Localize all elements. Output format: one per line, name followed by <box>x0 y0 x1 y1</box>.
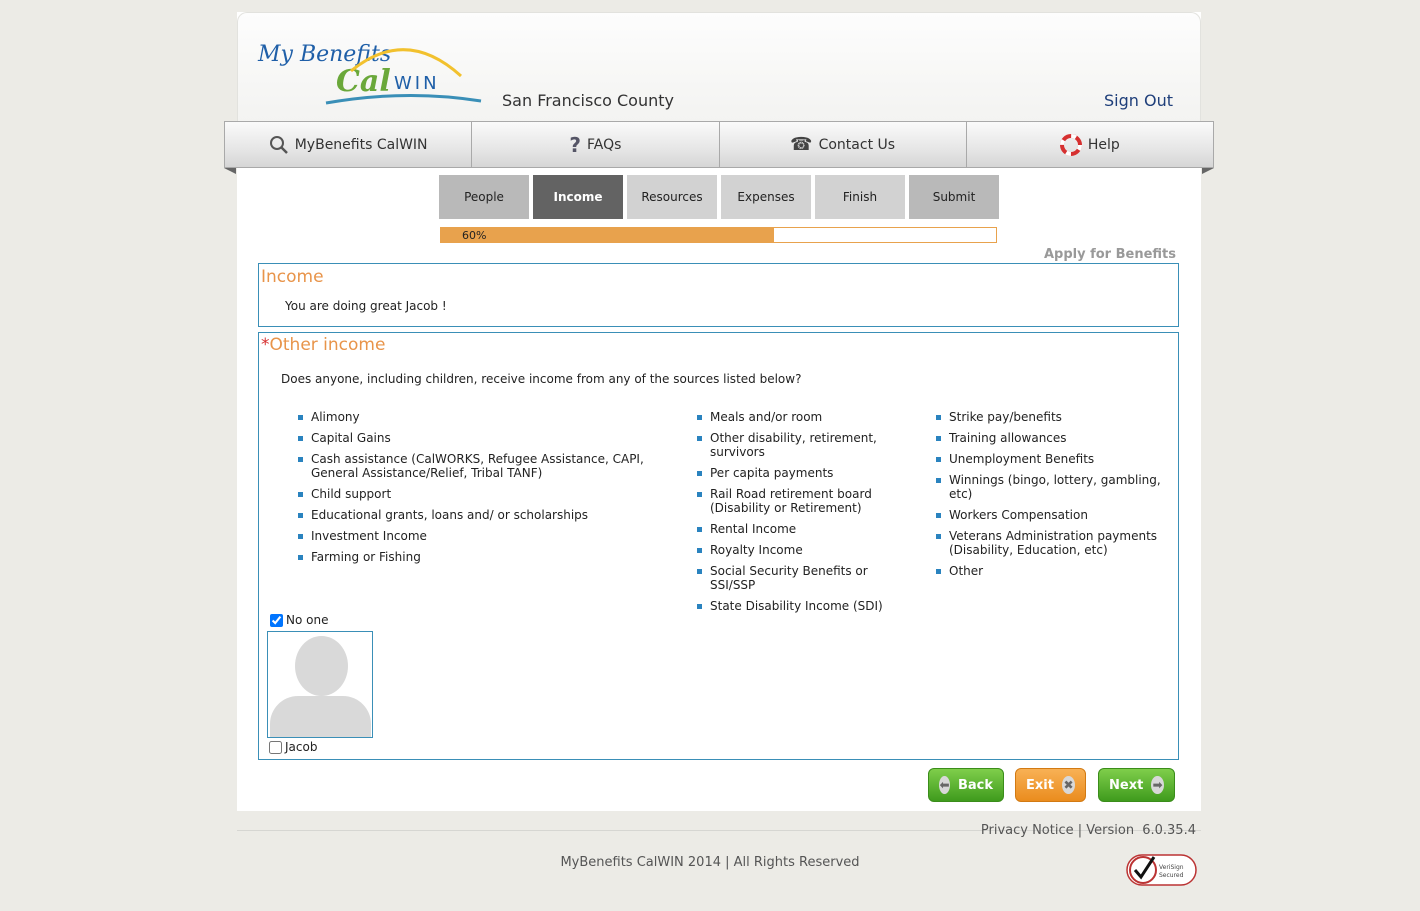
income-source-list-1: Alimony Capital Gains Cash assistance (Cal… <box>298 410 653 571</box>
greeting-text: You are doing great Jacob ! <box>285 299 447 313</box>
footer-links: Privacy Notice | Version 6.0.35.4 <box>981 823 1196 838</box>
phone-icon: ☎ <box>790 134 813 155</box>
nav-corner-left <box>224 168 236 174</box>
other-income-question: Does anyone, including children, receive… <box>281 372 802 386</box>
income-source-item: Workers Compensation <box>936 508 1176 522</box>
back-button[interactable]: ⬅ Back <box>928 768 1004 802</box>
avatar-shoulders <box>270 696 371 737</box>
copyright-text: MyBenefits CalWIN 2014 | All Rights Rese… <box>560 855 860 870</box>
income-source-item: Capital Gains <box>298 431 653 445</box>
income-source-item: Cash assistance (CalWORKS, Refugee Assis… <box>298 452 653 480</box>
version-number: 6.0.35.4 <box>1142 823 1196 838</box>
version-label: Version <box>1086 823 1135 838</box>
income-source-item: Investment Income <box>298 529 653 543</box>
income-source-item: Training allowances <box>936 431 1176 445</box>
required-mark: * <box>261 335 270 355</box>
next-button-label: Next <box>1109 777 1144 793</box>
county-name: San Francisco County <box>502 91 674 110</box>
income-source-item: Social Security Benefits or SSI/SSP <box>697 564 912 592</box>
person-checkbox-row[interactable]: Jacob <box>269 740 317 754</box>
privacy-notice-link[interactable]: Privacy Notice <box>981 823 1074 838</box>
nav-faqs-label: FAQs <box>586 136 622 153</box>
step-submit[interactable]: Submit <box>909 175 999 219</box>
avatar-head <box>295 636 348 696</box>
step-income[interactable]: Income <box>533 175 623 219</box>
income-section: Income You are doing great Jacob ! <box>258 263 1179 327</box>
income-source-item: Royalty Income <box>697 543 912 557</box>
question-icon: ? <box>569 132 581 157</box>
income-source-item: Farming or Fishing <box>298 550 653 564</box>
income-source-item: Alimony <box>298 410 653 424</box>
step-resources[interactable]: Resources <box>627 175 717 219</box>
income-source-item: Meals and/or room <box>697 410 912 424</box>
step-people[interactable]: People <box>439 175 529 219</box>
step-finish[interactable]: Finish <box>815 175 905 219</box>
income-section-title: Income <box>261 267 324 287</box>
income-source-item: Veterans Administration payments (Disabi… <box>936 529 1176 557</box>
lifebuoy-icon <box>1059 133 1082 156</box>
income-source-item: Other <box>936 564 1176 578</box>
income-source-item: Rental Income <box>697 522 912 536</box>
close-icon: ✖ <box>1061 776 1075 794</box>
arrow-right-icon: ➡ <box>1151 776 1164 794</box>
main-nav: MyBenefits CalWIN ? FAQs ☎ Contact Us He… <box>224 121 1214 168</box>
progress-bar: 60% <box>440 227 997 243</box>
no-one-checkbox-row[interactable]: No one <box>270 613 328 627</box>
nav-corner-right <box>1202 168 1214 174</box>
income-source-item: Educational grants, loans and/ or schola… <box>298 508 653 522</box>
svg-text:Cal: Cal <box>336 64 391 99</box>
other-income-title-text: Other income <box>269 335 386 355</box>
nav-help-label: Help <box>1087 136 1120 153</box>
arrow-left-icon: ⬅ <box>939 776 950 794</box>
exit-button[interactable]: Exit ✖ <box>1015 768 1086 802</box>
nav-faqs[interactable]: ? FAQs <box>471 121 719 168</box>
svg-text:VeriSign: VeriSign <box>1159 864 1184 871</box>
person-checkbox[interactable] <box>269 740 282 754</box>
progress-fill <box>441 228 774 242</box>
income-source-item: Winnings (bingo, lottery, gambling, etc) <box>936 473 1176 501</box>
sign-out-link[interactable]: Sign Out <box>1104 91 1173 110</box>
nav-contact-label: Contact Us <box>818 136 896 153</box>
nav-help[interactable]: Help <box>965 121 1214 168</box>
mybenefits-calwin-logo[interactable]: My Benefits Cal WIN <box>256 31 486 111</box>
income-source-item: Per capita payments <box>697 466 912 480</box>
other-income-title: *Other income <box>261 335 385 355</box>
income-source-item: Strike pay/benefits <box>936 410 1176 424</box>
income-source-item: Rail Road retirement board (Disability o… <box>697 487 912 515</box>
nav-contact-us[interactable]: ☎ Contact Us <box>718 121 966 168</box>
apply-for-benefits-heading: Apply for Benefits <box>1043 247 1176 262</box>
income-source-item: Unemployment Benefits <box>936 452 1176 466</box>
svg-text:Secured: Secured <box>1159 872 1184 879</box>
income-source-item: Other disability, retirement, survivors <box>697 431 912 459</box>
verisign-seal-icon[interactable]: VeriSign Secured <box>1126 851 1198 887</box>
step-expenses[interactable]: Expenses <box>721 175 811 219</box>
person-label: Jacob <box>285 740 318 754</box>
income-source-item: State Disability Income (SDI) <box>697 599 912 613</box>
svg-text:WIN: WIN <box>394 73 440 94</box>
nav-mybenefits[interactable]: MyBenefits CalWIN <box>224 121 472 168</box>
other-income-section: *Other income Does anyone, including chi… <box>258 332 1179 760</box>
wizard-steps: People Income Resources Expenses Finish … <box>439 175 999 219</box>
no-one-label: No one <box>286 613 329 627</box>
income-source-list-3: Strike pay/benefits Training allowances Un… <box>936 410 1176 585</box>
progress-label: 60% <box>462 229 487 242</box>
site-header: My Benefits Cal WIN San Francisco County… <box>237 12 1201 122</box>
no-one-checkbox[interactable] <box>270 613 283 627</box>
back-button-label: Back <box>957 777 993 793</box>
exit-button-label: Exit <box>1026 777 1054 793</box>
search-icon <box>269 135 288 154</box>
footer-separator: | <box>1077 823 1083 838</box>
avatar[interactable] <box>267 631 373 738</box>
income-source-item: Child support <box>298 487 653 501</box>
nav-mybenefits-label: MyBenefits CalWIN <box>294 136 428 153</box>
income-source-list-2: Meals and/or room Other disability, retir… <box>697 410 912 620</box>
next-button[interactable]: Next ➡ <box>1098 768 1175 802</box>
